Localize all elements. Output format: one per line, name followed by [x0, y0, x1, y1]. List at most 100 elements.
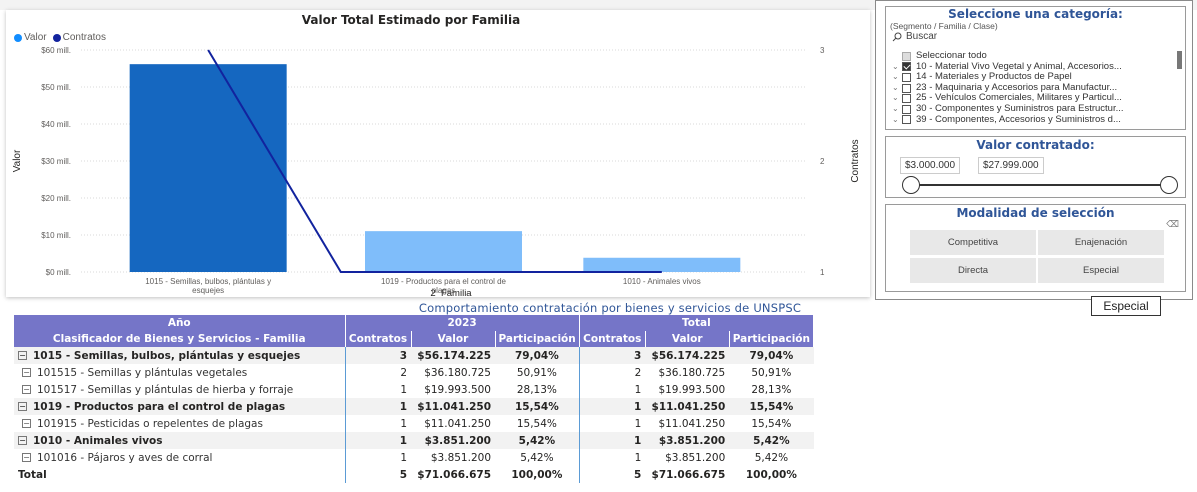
cell-p1: 100,00%	[495, 466, 580, 483]
modality-especial-button[interactable]: Especial	[1038, 258, 1164, 283]
cell-c2: 1	[578, 432, 646, 449]
legend-item-contratos[interactable]: Contratos	[52, 32, 106, 43]
category-item[interactable]: Seleccionar todo	[892, 51, 1174, 62]
collapse-icon[interactable]: −	[18, 436, 27, 445]
category-list[interactable]: Seleccionar todo ⌄ 10 - Material Vivo Vege…	[892, 51, 1174, 125]
category-item[interactable]: ⌄ 10 - Material Vivo Vegetal y Animal, Ac…	[892, 62, 1174, 73]
cell-c1: 1	[344, 398, 411, 415]
modality-enajenacion-button[interactable]: Enajenación	[1038, 230, 1164, 255]
table-row[interactable]: −1019 - Productos para el control de pla…	[14, 398, 814, 415]
chart-title: Valor Total Estimado por Familia	[301, 13, 521, 27]
collapse-icon[interactable]: −	[18, 351, 27, 360]
chart-legend[interactable]: Valor Contratos	[14, 32, 106, 43]
modality-competitiva-button[interactable]: Competitiva	[910, 230, 1036, 255]
category-item[interactable]: ⌄ 25 - Vehículos Comerciales, Militares y…	[892, 93, 1174, 104]
table-row[interactable]: −101517 - Semillas y plántulas de hierba…	[14, 381, 814, 398]
category-item-label: 39 - Componentes, Accesorios y Suministr…	[916, 114, 1121, 125]
col-header-contratos-total[interactable]: Contratos	[579, 331, 646, 347]
cell-c2: 1	[578, 398, 646, 415]
cell-v1: $19.993.500	[411, 381, 495, 398]
header-total[interactable]: Total	[579, 315, 815, 331]
table-row[interactable]: −1010 - Animales vivos 1 $3.851.200 5,42% 1 $…	[14, 432, 814, 449]
cell-v1: $11.041.250	[411, 415, 495, 432]
legend-label-valor: Valor	[24, 32, 47, 43]
cell-c1: 5	[344, 466, 411, 483]
modality-slicer[interactable]: Modalidad de selección ⌫ Competitiva Ena…	[885, 204, 1186, 292]
y2-tick-label: 3	[820, 46, 825, 55]
category-checkbox[interactable]	[902, 83, 911, 93]
chevron-down-icon[interactable]: ⌄	[892, 104, 902, 115]
category-search[interactable]: Buscar	[886, 31, 1185, 42]
collapse-icon[interactable]: −	[22, 385, 31, 394]
category-checkbox[interactable]	[902, 104, 911, 114]
category-item-label: Seleccionar todo	[916, 51, 987, 61]
col-header-participacion[interactable]: Participación	[495, 331, 580, 347]
cell-v2: $19.993.500	[645, 381, 730, 398]
eraser-icon[interactable]: ⌫	[1166, 219, 1179, 230]
category-checkbox[interactable]	[902, 62, 911, 72]
col-header-participacion-total[interactable]: Participación	[729, 331, 815, 347]
value-slider-track[interactable]	[910, 184, 1170, 186]
modality-directa-button[interactable]: Directa	[910, 258, 1036, 283]
table-row[interactable]: −101915 - Pesticidas o repelentes de pla…	[14, 415, 814, 432]
valor-chart-card[interactable]: $0 mill. $10 mill. $20 mill. $30 mill. $40 m…	[6, 10, 870, 297]
value-min-input[interactable]: $3.000.000	[900, 157, 961, 174]
cell-p2: 28,13%	[729, 381, 814, 398]
y-tick-label: $20 mill.	[41, 194, 71, 203]
valor-chart[interactable]: $0 mill. $10 mill. $20 mill. $30 mill. $40 m…	[6, 10, 870, 297]
value-max-input[interactable]: $27.999.000	[978, 157, 1044, 174]
category-item-label: 25 - Vehículos Comerciales, Militares y …	[916, 93, 1122, 104]
col-header-contratos[interactable]: Contratos	[345, 331, 412, 347]
chevron-down-icon[interactable]: ⌄	[892, 62, 902, 73]
cell-c1: 1	[344, 415, 411, 432]
category-checkbox[interactable]	[902, 115, 911, 125]
value-slicer[interactable]: Valor contratado: $3.000.000 $27.999.000	[885, 136, 1186, 198]
y2-axis-title: Contratos	[850, 139, 861, 182]
col-header-valor-total[interactable]: Valor	[645, 331, 730, 347]
row-label-text: 101515 - Semillas y plántulas vegetales	[37, 366, 248, 379]
value-slider-max-handle[interactable]	[1160, 176, 1178, 194]
bar-0	[129, 64, 287, 272]
legend-dot-valor	[14, 33, 22, 42]
category-item[interactable]: ⌄ 14 - Materiales y Productos de Papel	[892, 72, 1174, 83]
legend-item-valor[interactable]: Valor	[14, 32, 47, 43]
category-checkbox[interactable]	[902, 51, 911, 61]
cell-p1: 50,91%	[495, 364, 580, 381]
category-item-label: 23 - Maquinaria y Accesorios para Manufa…	[916, 82, 1118, 93]
x-tick-label: esquejes	[192, 286, 224, 295]
category-item[interactable]: ⌄ 39 - Componentes, Accesorios y Suminist…	[892, 115, 1174, 126]
header-year[interactable]: Año	[14, 315, 346, 331]
col-header-valor[interactable]: Valor	[411, 331, 496, 347]
chevron-down-icon[interactable]: ⌄	[892, 83, 902, 94]
category-checkbox[interactable]	[902, 94, 911, 104]
category-checkbox[interactable]	[902, 72, 911, 82]
row-label: −1019 - Productos para el control de pla…	[14, 398, 345, 415]
cell-p1: 28,13%	[495, 381, 580, 398]
collapse-icon[interactable]: −	[22, 419, 31, 428]
bar-1	[365, 231, 522, 272]
col-header-familia[interactable]: Clasificador de Bienes y Servicios - Fam…	[14, 331, 346, 347]
chevron-down-icon[interactable]: ⌄	[892, 72, 902, 83]
category-search-placeholder[interactable]: Buscar	[906, 31, 937, 42]
category-scrollbar[interactable]	[1177, 51, 1182, 69]
chevron-down-icon[interactable]: ⌄	[892, 93, 902, 104]
category-slicer-title: Seleccione una categoría:	[948, 7, 1123, 21]
category-slicer[interactable]: Seleccione una categoría: (Segmento / Fa…	[885, 6, 1186, 130]
cell-v1: $56.174.225	[411, 347, 495, 364]
header-year-2023[interactable]: 2023	[345, 315, 580, 331]
chevron-down-icon[interactable]: ⌄	[892, 115, 902, 126]
table-row[interactable]: −1015 - Semillas, bulbos, plántulas y es…	[14, 347, 814, 364]
category-item[interactable]: ⌄ 23 - Maquinaria y Accesorios para Manuf…	[892, 83, 1174, 94]
cell-p2: 15,54%	[729, 415, 814, 432]
row-label-text: 101915 - Pesticidas o repelentes de plag…	[37, 417, 263, 430]
collapse-icon[interactable]: −	[22, 368, 31, 377]
collapse-icon[interactable]: −	[22, 453, 31, 462]
total-row[interactable]: Total 5 $71.066.675 100,00% 5 $71.066.675 100,…	[14, 466, 814, 483]
category-item[interactable]: ⌄ 30 - Componentes y Suministros para Est…	[892, 104, 1174, 115]
cell-p1: 15,54%	[495, 398, 580, 415]
value-slider-min-handle[interactable]	[902, 176, 920, 194]
table-row[interactable]: −101515 - Semillas y plántulas vegetales…	[14, 364, 814, 381]
collapse-icon[interactable]: −	[18, 402, 27, 411]
table-row[interactable]: −101016 - Pájaros y aves de corral 1 $3.85…	[14, 449, 814, 466]
unspsc-matrix[interactable]: Año 2023 Total Clasificador de Bienes y …	[14, 315, 815, 483]
